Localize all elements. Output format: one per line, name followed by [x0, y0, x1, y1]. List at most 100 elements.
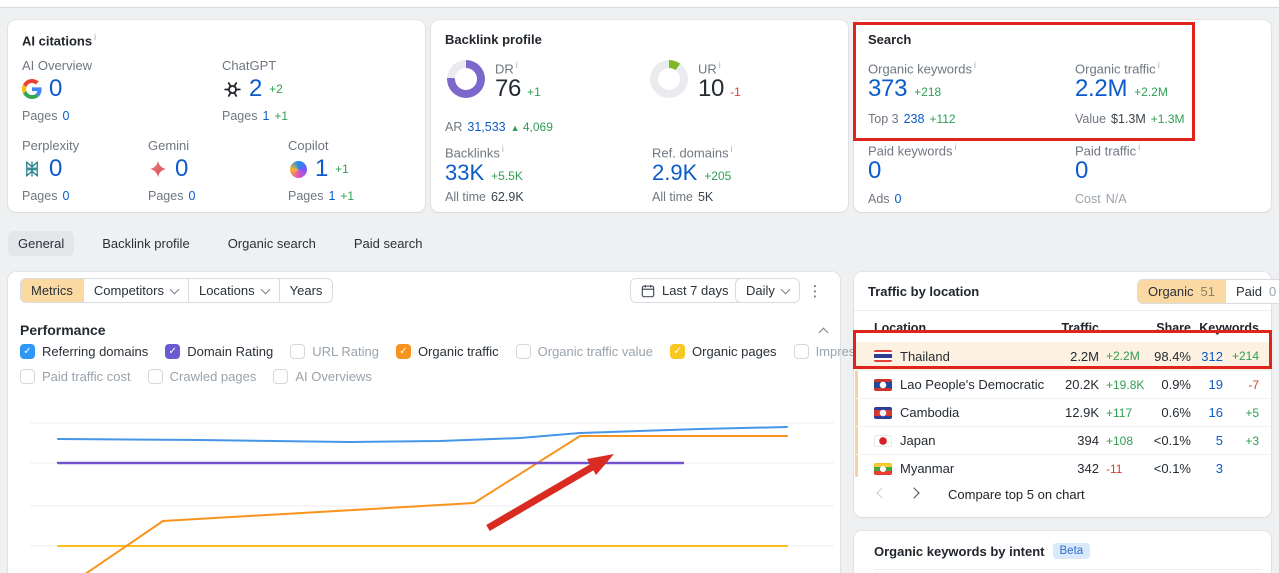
keywords-link[interactable]: 312 [1191, 349, 1223, 364]
checkbox-url-rating[interactable]: URL Rating [290, 344, 379, 359]
checkbox-organic-pages[interactable]: ✓ Organic pages [670, 344, 777, 359]
keywords-link[interactable]: 5 [1191, 433, 1223, 448]
gemini-icon [148, 159, 168, 179]
series-referring-domains [57, 426, 788, 443]
japan-flag-icon [874, 434, 892, 447]
ai-overview-count[interactable]: 0 [49, 75, 62, 103]
search-card: Search Organic keywords i 373 +218 Top 3 … [854, 20, 1271, 212]
checkbox-organic-traffic[interactable]: ✓ Organic traffic [395, 344, 499, 359]
myanmar-flag-icon [874, 462, 892, 475]
pages-row: Pages 1 +1 [288, 189, 355, 203]
annotation-arrow [486, 454, 614, 532]
chevron-right-icon [908, 486, 920, 499]
checkbox-icon [793, 344, 809, 359]
chevron-down-icon [169, 284, 180, 294]
checkbox-icon: ✓ [20, 344, 35, 359]
performance-heading: Performance [20, 322, 106, 338]
metrics-button[interactable]: Metrics [20, 278, 84, 303]
gemini-count[interactable]: 0 [175, 155, 188, 183]
checkbox-referring-domains[interactable]: ✓ Referring domains [20, 344, 148, 359]
info-icon[interactable]: i [719, 60, 721, 70]
tab-general[interactable]: General [8, 231, 75, 256]
checkbox-paid-traffic-cost[interactable]: Paid traffic cost [20, 369, 131, 384]
copilot-icon [288, 159, 308, 179]
report-tabs: General Backlink profile Organic search … [8, 231, 433, 256]
chatgpt-count[interactable]: 2 [249, 75, 262, 103]
kebab-menu-icon[interactable]: ⋮ [804, 280, 826, 304]
thailand-flag-icon [874, 350, 892, 362]
chatgpt-icon [222, 79, 242, 99]
tab-paid-search[interactable]: Paid search [344, 231, 433, 256]
copilot-count[interactable]: 1 [315, 155, 328, 183]
years-button[interactable]: Years [278, 278, 334, 303]
location-row-myanmar[interactable]: Myanmar 342 -11 <0.1% 3 [854, 454, 1271, 482]
top3-value[interactable]: 238 [904, 112, 925, 126]
location-row-thailand[interactable]: Thailand 2.2M +2.2M 98.4% 312 +214 [854, 342, 1271, 370]
info-icon[interactable]: i [516, 60, 518, 70]
competitors-dropdown[interactable]: Competitors [82, 278, 189, 303]
tab-backlink-profile[interactable]: Backlink profile [92, 231, 199, 256]
location-table-header: Location Traffic Share Keywords [874, 321, 1259, 335]
paid-keywords-value[interactable]: 0 [868, 157, 881, 184]
paid-traffic-value[interactable]: 0 [1075, 157, 1088, 184]
granularity-dropdown[interactable]: Daily [735, 278, 800, 303]
keywords-link[interactable]: 3 [1191, 461, 1223, 476]
tab-organic-search[interactable]: Organic search [218, 231, 326, 256]
checkbox-icon: ✓ [670, 344, 685, 359]
pages-count[interactable]: 0 [188, 189, 195, 203]
chevron-up-icon [818, 327, 828, 338]
perplexity-count[interactable]: 0 [49, 155, 62, 183]
info-icon[interactable]: i [1158, 60, 1160, 70]
chevron-left-icon [876, 486, 888, 499]
organic-keywords-value[interactable]: 373 [868, 75, 907, 103]
location-row-laos[interactable]: Lao People's Democratic Reput 20.2K +19.… [854, 370, 1271, 398]
top-chrome [0, 0, 1279, 8]
ai-citation-item-ai-overview: AI Overview 0 Pages 0 [22, 58, 172, 123]
info-icon[interactable]: i [974, 60, 976, 70]
keywords-by-intent-card: Organic keywords by intent Beta [854, 531, 1271, 573]
checkbox-domain-rating[interactable]: ✓ Domain Rating [165, 344, 273, 359]
paid-toggle-button[interactable]: Paid 0 [1225, 279, 1279, 304]
pages-count[interactable]: 0 [62, 189, 69, 203]
checkbox-organic-traffic-value[interactable]: Organic traffic value [515, 344, 653, 359]
ref-domains-value[interactable]: 2.9K [652, 160, 697, 186]
backlinks-value[interactable]: 33K [445, 160, 484, 186]
previous-page-button[interactable] [874, 486, 890, 502]
info-icon[interactable]: i [731, 144, 733, 154]
pages-count[interactable]: 1 [262, 109, 269, 123]
location-row-cambodia[interactable]: Cambodia 12.9K +117 0.6% 16 +5 [854, 398, 1271, 426]
ar-value[interactable]: 31,533 [467, 120, 505, 134]
collapse-section-button[interactable] [816, 326, 830, 338]
pages-row: Pages 0 [148, 189, 196, 203]
up-triangle-icon: ▲ [510, 123, 520, 133]
ur-value: 10 [698, 75, 725, 102]
next-page-button[interactable] [906, 486, 922, 502]
search-title: Search [868, 32, 912, 47]
keywords-link[interactable]: 16 [1191, 405, 1223, 420]
info-icon[interactable]: i [955, 142, 957, 152]
pages-count[interactable]: 1 [328, 189, 335, 203]
ads-value[interactable]: 0 [895, 192, 902, 206]
performance-line-chart [30, 422, 834, 573]
pages-row: Pages 1 +1 [222, 109, 289, 123]
organic-toggle-button[interactable]: Organic 51 [1137, 279, 1226, 304]
ur-donut-chart [650, 60, 688, 98]
info-icon[interactable]: i [94, 32, 96, 42]
location-row-japan[interactable]: Japan 394 +108 <0.1% 5 +3 [854, 426, 1271, 454]
checkbox-crawled-pages[interactable]: Crawled pages [147, 369, 256, 384]
checkbox-icon [290, 344, 306, 359]
checkbox-icon [147, 369, 163, 384]
info-icon[interactable]: i [1138, 142, 1140, 152]
location-table-body: Thailand 2.2M +2.2M 98.4% 312 +214 Lao P… [854, 342, 1271, 482]
pages-row: Pages 0 [22, 109, 70, 123]
locations-dropdown[interactable]: Locations [187, 278, 280, 303]
chevron-down-icon [260, 284, 271, 294]
pages-count[interactable]: 0 [62, 109, 69, 123]
divider [874, 569, 1261, 570]
keywords-link[interactable]: 19 [1191, 377, 1223, 392]
organic-traffic-value[interactable]: 2.2M [1075, 75, 1127, 103]
backlink-profile-title: Backlink profile [445, 32, 542, 47]
info-icon[interactable]: i [502, 144, 504, 154]
checkbox-ai-overviews[interactable]: AI Overviews [273, 369, 372, 384]
compare-top5-link[interactable]: Compare top 5 on chart [948, 487, 1085, 502]
